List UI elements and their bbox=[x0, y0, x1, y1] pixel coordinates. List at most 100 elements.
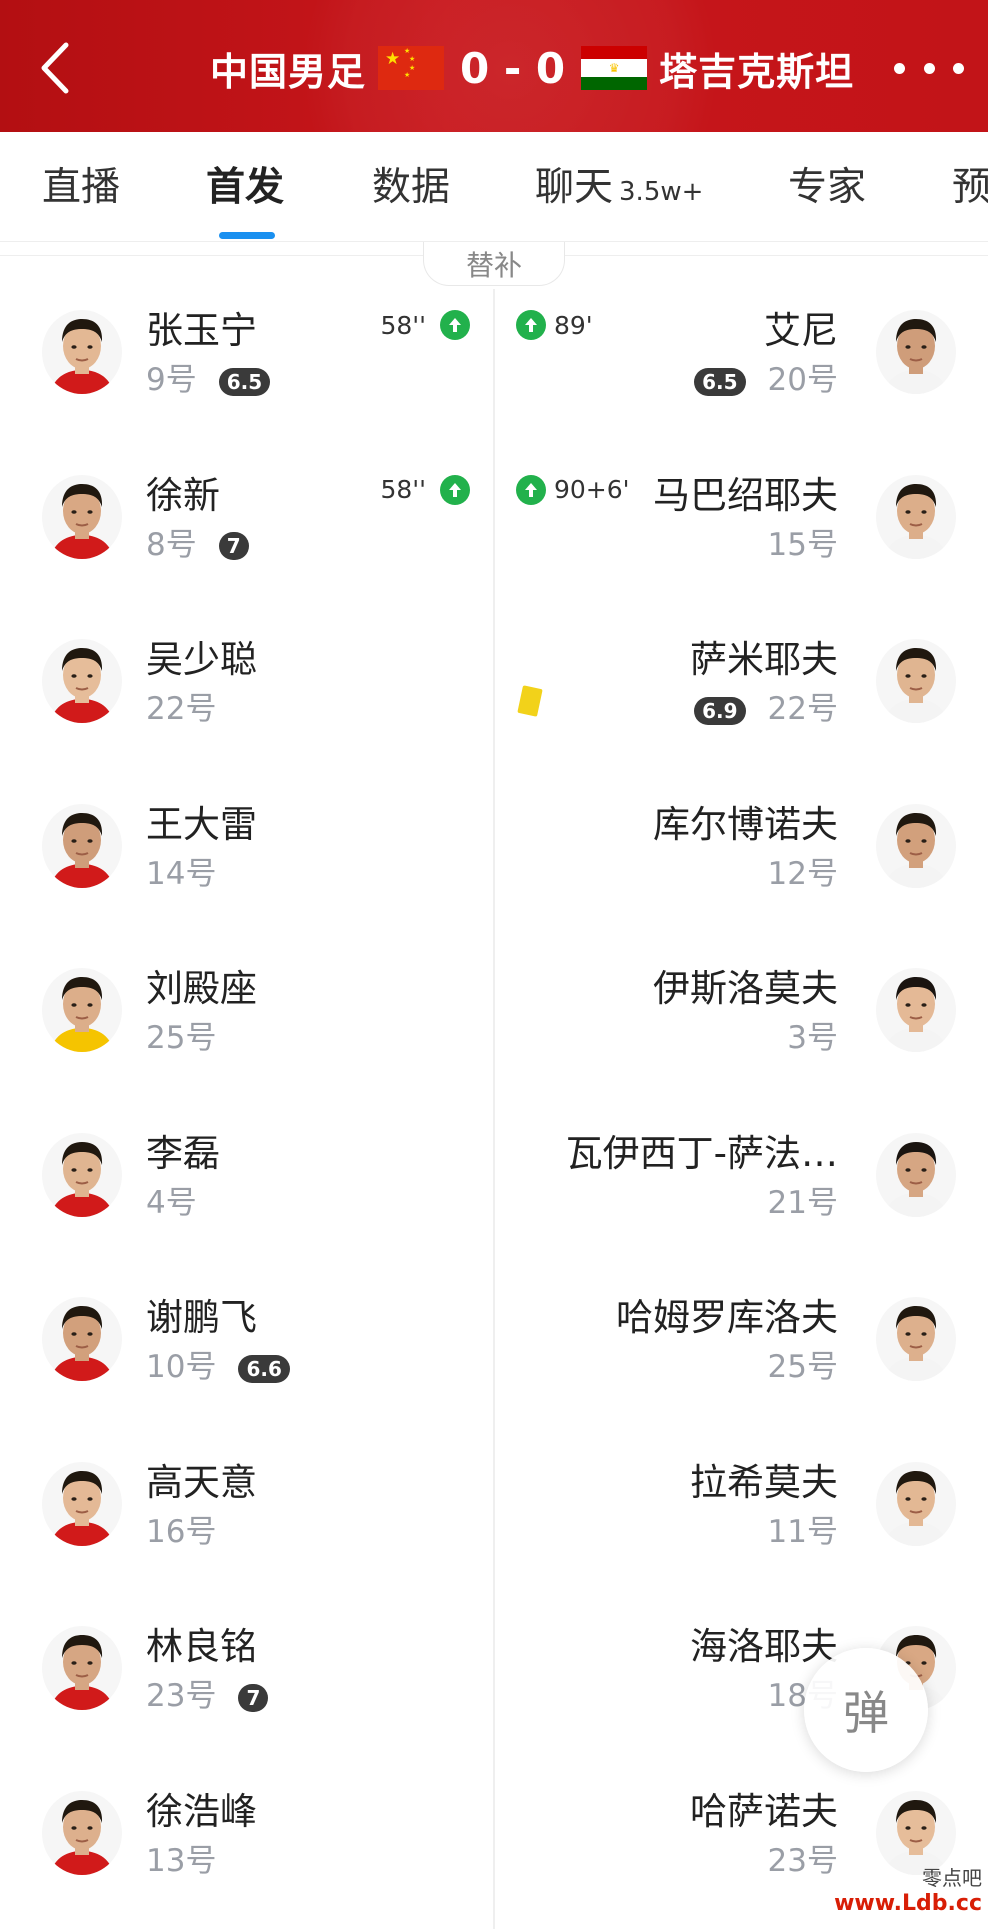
player-avatar bbox=[42, 1791, 122, 1875]
tab-live[interactable]: 直播 bbox=[42, 156, 120, 212]
substitution-time: 58'' bbox=[380, 475, 426, 504]
player-number: 25号 bbox=[146, 1012, 216, 1057]
player-row[interactable]: 李磊4号 bbox=[0, 1115, 490, 1235]
team-divider bbox=[493, 289, 495, 1929]
player-number: 9号6.5 bbox=[146, 354, 270, 399]
tab-label: 预 bbox=[952, 165, 988, 210]
player-name: 库尔博诺夫 bbox=[653, 794, 838, 848]
player-row[interactable]: 刘殿座25号 bbox=[0, 950, 490, 1070]
tab-label: 聊天 bbox=[535, 165, 613, 210]
player-number-text: 13号 bbox=[146, 1843, 216, 1879]
chat-count-badge: 3.5w+ bbox=[619, 177, 703, 207]
tab-experts[interactable]: 专家 bbox=[788, 156, 866, 212]
player-number-text: 15号 bbox=[768, 527, 838, 563]
china-flag-icon: ★ ★ ★ ★ ★ bbox=[378, 46, 444, 90]
player-avatar bbox=[876, 1297, 956, 1381]
site-watermark: 零点吧 www.Ldb.cc bbox=[834, 1862, 982, 1916]
player-row[interactable]: 哈姆罗库洛夫 25号 bbox=[496, 1279, 988, 1399]
player-number-text: 3号 bbox=[787, 1020, 838, 1056]
player-row[interactable]: 萨米耶夫6.922号 bbox=[496, 621, 988, 741]
player-number-text: 12号 bbox=[768, 856, 838, 892]
player-avatar bbox=[876, 310, 956, 394]
danmaku-toggle-button[interactable]: 弹 bbox=[804, 1648, 928, 1772]
player-row[interactable]: 高天意 16号 bbox=[0, 1444, 490, 1564]
player-name: 李磊 bbox=[146, 1123, 220, 1177]
player-row[interactable]: 艾尼6.520号 89' bbox=[496, 292, 988, 412]
substitution-time: 58'' bbox=[380, 311, 426, 340]
player-avatar bbox=[42, 1462, 122, 1546]
substitution-time: 89' bbox=[554, 311, 593, 340]
player-name: 谢鹏飞 bbox=[146, 1287, 257, 1341]
player-rating-badge: 7 bbox=[219, 532, 249, 560]
player-avatar bbox=[42, 1626, 122, 1710]
player-rating-badge: 6.6 bbox=[238, 1355, 289, 1383]
player-row[interactable]: 王大雷 14号 bbox=[0, 786, 490, 906]
tab-label: 专家 bbox=[788, 165, 866, 210]
player-row[interactable]: 库尔博诺夫 12号 bbox=[496, 786, 988, 906]
player-name: 艾尼 bbox=[764, 300, 838, 354]
tab-preview[interactable]: 预 bbox=[952, 156, 988, 212]
player-number: 13号 bbox=[146, 1835, 216, 1880]
player-row[interactable]: 徐浩峰13号 bbox=[0, 1773, 490, 1893]
tab-stats[interactable]: 数据 bbox=[372, 156, 450, 212]
player-rating-badge: 7 bbox=[238, 1684, 268, 1712]
away-team-name: 塔吉克斯坦 bbox=[659, 41, 854, 96]
tab-chat[interactable]: 聊天3.5w+ bbox=[535, 156, 703, 212]
player-name: 哈萨诺夫 bbox=[690, 1781, 838, 1835]
player-number: 14号 bbox=[146, 848, 216, 893]
player-avatar bbox=[42, 639, 122, 723]
player-number: 11号 bbox=[768, 1506, 838, 1551]
player-number-text: 10号 bbox=[146, 1349, 216, 1385]
player-avatar bbox=[876, 804, 956, 888]
player-name: 哈姆罗库洛夫 bbox=[616, 1287, 838, 1341]
tab-lineup[interactable]: 首发 bbox=[206, 156, 284, 212]
player-number: 22号 bbox=[146, 683, 216, 728]
player-name: 萨米耶夫 bbox=[690, 629, 838, 683]
match-score: 0 - 0 bbox=[460, 44, 565, 93]
bench-toggle-button[interactable]: 替补 bbox=[423, 242, 565, 286]
player-number: 8号 7 bbox=[146, 519, 249, 564]
player-number: 23号7 bbox=[146, 1670, 268, 1715]
player-number-text: 8号 bbox=[146, 527, 197, 563]
player-row[interactable]: 林良铭23号7 bbox=[0, 1608, 490, 1728]
player-number: 10号 6.6 bbox=[146, 1341, 290, 1386]
player-rating-badge: 6.9 bbox=[694, 697, 745, 725]
player-row[interactable]: 马巴绍耶夫15号90+6' bbox=[496, 457, 988, 577]
player-row[interactable]: 徐新8号758'' bbox=[0, 457, 490, 577]
player-number: 15号 bbox=[768, 519, 838, 564]
player-avatar bbox=[876, 639, 956, 723]
back-button[interactable] bbox=[30, 38, 80, 98]
player-name: 王大雷 bbox=[146, 794, 257, 848]
substitution-up-icon bbox=[440, 475, 470, 505]
player-avatar bbox=[876, 475, 956, 559]
player-number: 6.520号 bbox=[694, 354, 838, 399]
player-name: 瓦伊西丁-萨法… bbox=[566, 1123, 838, 1177]
player-row[interactable]: 张玉宁9号6.5 58'' bbox=[0, 292, 490, 412]
watermark-name: 零点吧 bbox=[834, 1862, 982, 1891]
substitution-up-icon bbox=[516, 475, 546, 505]
player-number: 21号 bbox=[768, 1177, 838, 1222]
home-team-name: 中国男足 bbox=[210, 41, 366, 96]
player-name: 高天意 bbox=[146, 1452, 257, 1506]
player-name: 张玉宁 bbox=[146, 300, 257, 354]
player-row[interactable]: 吴少聪22号 bbox=[0, 621, 490, 741]
more-dot-icon bbox=[894, 63, 905, 74]
player-rating-badge: 6.5 bbox=[219, 368, 270, 396]
player-name: 吴少聪 bbox=[146, 629, 257, 683]
tab-label: 数据 bbox=[372, 165, 450, 210]
player-number: 23号 bbox=[768, 1835, 838, 1880]
tab-label: 直播 bbox=[42, 165, 120, 210]
player-number: 3号 bbox=[787, 1012, 838, 1057]
player-row[interactable]: 拉希莫夫11号 bbox=[496, 1444, 988, 1564]
player-number-text: 14号 bbox=[146, 856, 216, 892]
player-row[interactable]: 伊斯洛莫夫3号 bbox=[496, 950, 988, 1070]
player-row[interactable]: 瓦伊西丁-萨法…21号 bbox=[496, 1115, 988, 1235]
more-options-button[interactable] bbox=[894, 48, 964, 88]
player-row[interactable]: 谢鹏飞 10号 6.6 bbox=[0, 1279, 490, 1399]
player-number-text: 23号 bbox=[768, 1843, 838, 1879]
player-number: 16号 bbox=[146, 1506, 216, 1551]
player-number-text: 16号 bbox=[146, 1514, 216, 1550]
player-number-text: 25号 bbox=[768, 1349, 838, 1385]
player-name: 拉希莫夫 bbox=[690, 1452, 838, 1506]
substitution-time: 90+6' bbox=[554, 475, 630, 504]
